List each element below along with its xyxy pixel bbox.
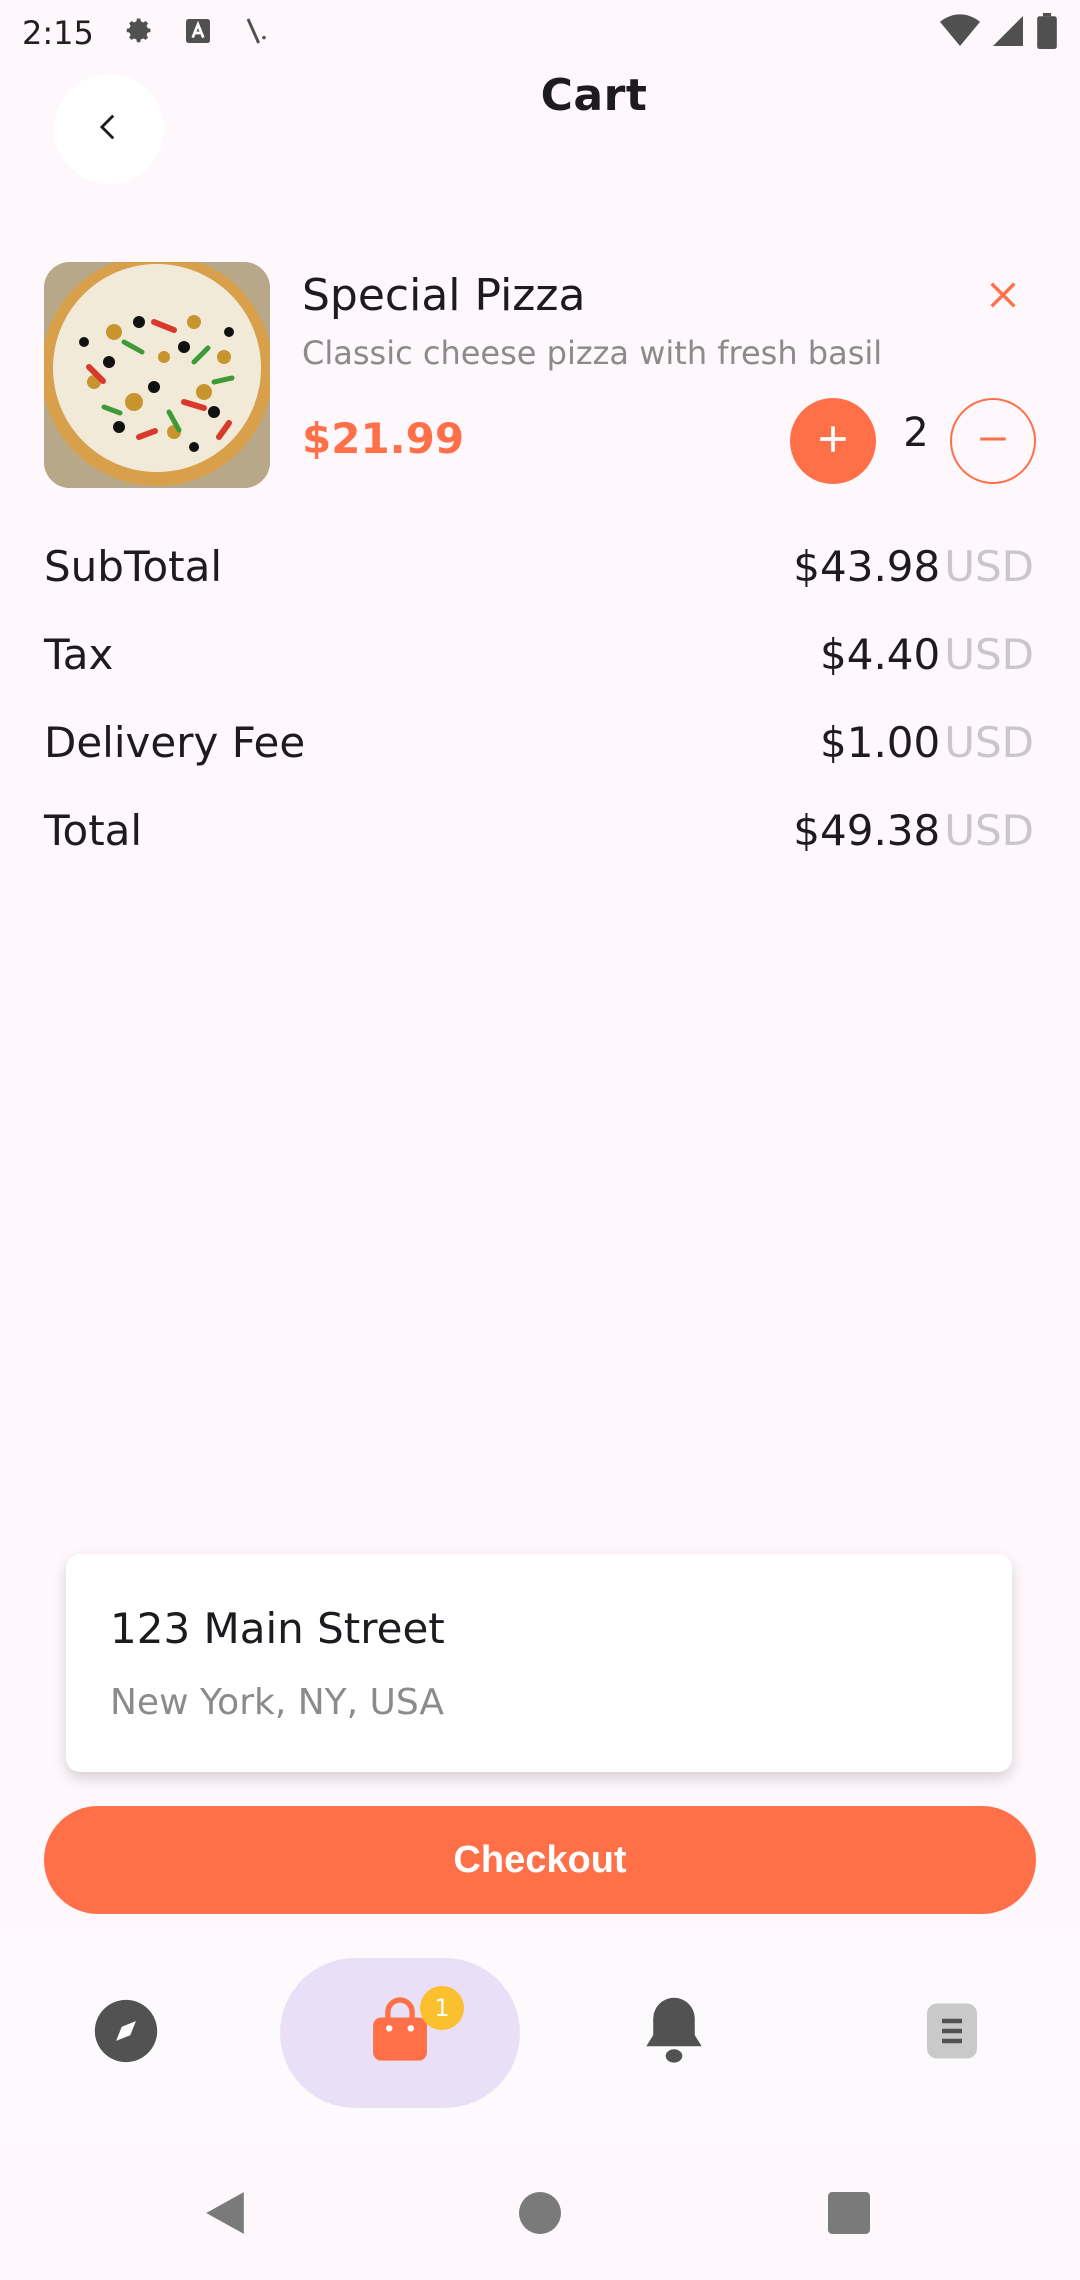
summary-currency: USD: [944, 805, 1034, 855]
status-left: 2:15: [22, 13, 272, 53]
summary-row-delivery-fee: Delivery Fee $1.00USD: [44, 698, 1034, 786]
summary-amount: $1.00: [820, 717, 941, 767]
summary-label: Total: [44, 805, 143, 855]
summary-value: $1.00USD: [820, 718, 1034, 767]
summary-label: Tax: [44, 629, 114, 679]
order-summary: SubTotal $43.98USD Tax $4.40USD Delivery…: [44, 522, 1034, 874]
address-line-2: New York, NY, USA: [110, 1682, 445, 1723]
summary-amount: $49.38: [793, 805, 941, 855]
status-time: 2:15: [22, 14, 94, 52]
item-description: Classic cheese pizza with fresh basil: [302, 334, 883, 372]
orders-icon: [924, 2001, 980, 2065]
plus-icon: [816, 422, 850, 460]
delivery-address-card[interactable]: 123 Main Street New York, NY, USA: [66, 1554, 1012, 1772]
quantity-value: 2: [903, 410, 929, 456]
nav-item-orders[interactable]: [832, 1958, 1072, 2108]
increase-quantity-button[interactable]: [790, 398, 876, 484]
checkout-button[interactable]: Checkout: [44, 1806, 1036, 1914]
remove-item-button[interactable]: [978, 272, 1028, 322]
signal-icon: [990, 13, 1026, 53]
home-circle-icon: [519, 2192, 561, 2238]
nav-item-cart[interactable]: 1: [280, 1958, 520, 2108]
minus-icon: [976, 422, 1010, 460]
item-name: Special Pizza: [302, 270, 586, 321]
summary-amount: $4.40: [820, 629, 941, 679]
bell-icon: [643, 1995, 705, 2071]
address-line-1: 123 Main Street: [110, 1604, 445, 1653]
bottom-navigation: 1: [0, 1930, 1080, 2140]
recents-square-icon: [828, 2192, 870, 2238]
system-recents-button[interactable]: [824, 2190, 874, 2240]
slash-icon: [240, 15, 272, 51]
summary-row-tax: Tax $4.40USD: [44, 610, 1034, 698]
summary-row-subtotal: SubTotal $43.98USD: [44, 522, 1034, 610]
cart-item: Special Pizza Classic cheese pizza with …: [44, 262, 1036, 492]
summary-value: $43.98USD: [793, 542, 1034, 591]
status-right: [940, 13, 1058, 53]
summary-value: $4.40USD: [820, 630, 1034, 679]
nav-item-notifications[interactable]: [554, 1958, 794, 2108]
system-back-button[interactable]: [200, 2190, 250, 2240]
status-bar: 2:15: [0, 0, 1080, 66]
nav-item-explore[interactable]: [6, 1958, 246, 2108]
back-triangle-icon: [203, 2190, 247, 2240]
summary-label: SubTotal: [44, 541, 223, 591]
font-a-icon: [182, 15, 214, 51]
summary-row-total: Total $49.38USD: [44, 786, 1034, 874]
pizza-image: [44, 262, 270, 488]
summary-label: Delivery Fee: [44, 717, 306, 767]
system-navigation: [0, 2140, 1080, 2280]
summary-amount: $43.98: [793, 541, 941, 591]
system-home-button[interactable]: [515, 2190, 565, 2240]
compass-icon: [92, 1997, 160, 2069]
settings-icon: [120, 13, 156, 53]
wifi-icon: [940, 13, 980, 53]
close-icon: [986, 278, 1020, 316]
summary-value: $49.38USD: [793, 806, 1034, 855]
summary-currency: USD: [944, 717, 1034, 767]
item-price: $21.99: [302, 414, 465, 463]
summary-currency: USD: [944, 541, 1034, 591]
summary-currency: USD: [944, 629, 1034, 679]
decrease-quantity-button[interactable]: [950, 398, 1036, 484]
battery-icon: [1036, 13, 1058, 53]
cart-badge: 1: [420, 1986, 464, 2030]
page-title: Cart: [540, 70, 648, 121]
